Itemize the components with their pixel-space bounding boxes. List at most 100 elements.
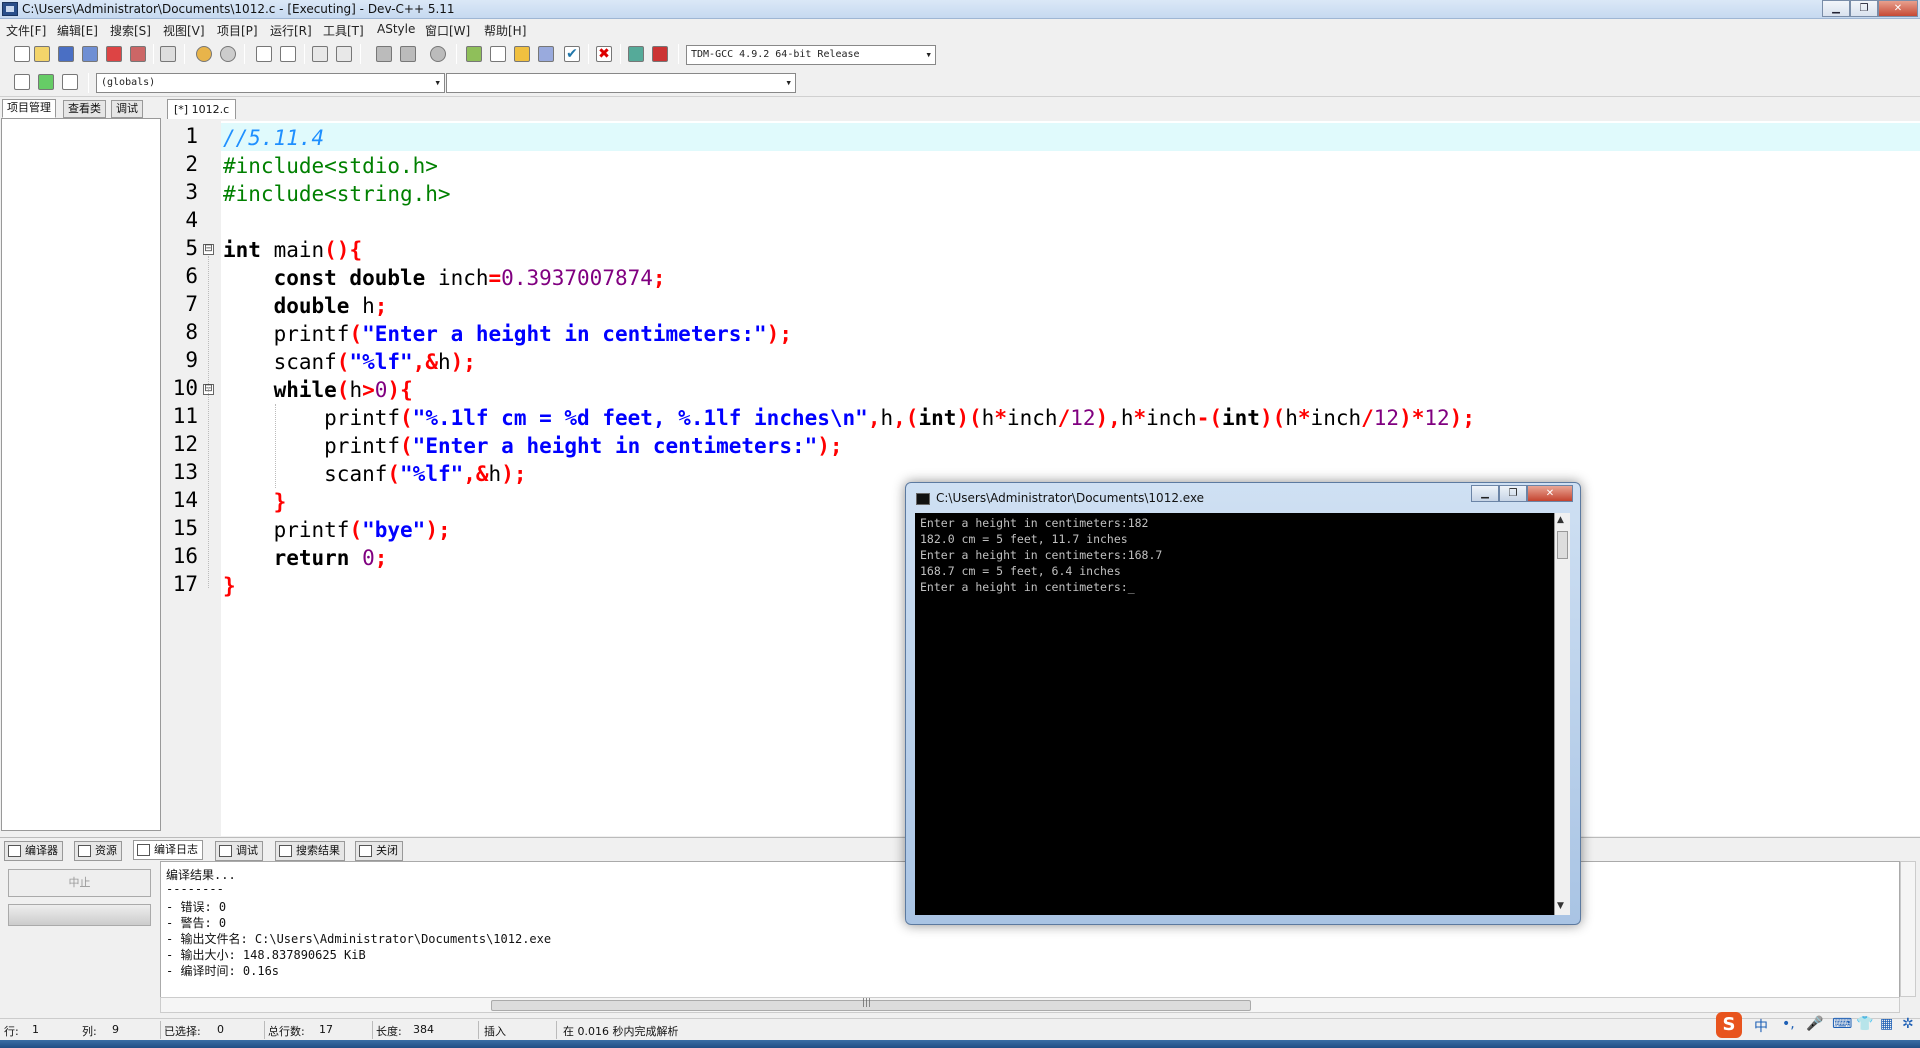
line-number: 6	[185, 264, 198, 288]
console-scrollbar[interactable]: ▲ ▼	[1554, 513, 1570, 915]
code-symbol: ;	[652, 266, 666, 290]
scroll-up-icon[interactable]: ▲	[1557, 515, 1564, 525]
project-tree[interactable]	[1, 118, 161, 831]
tab-resources[interactable]: 资源	[74, 841, 122, 861]
stop-compile-button[interactable]: 中止	[8, 869, 151, 897]
code-identifier: h	[437, 350, 451, 374]
menu-tools[interactable]: 工具[T]	[323, 22, 364, 39]
menu-file[interactable]: 文件[F]	[6, 22, 46, 39]
code-line-1: //5.11.4	[223, 124, 324, 152]
save-all-icon[interactable]	[82, 46, 98, 62]
tab-compile-log[interactable]: 编译日志	[133, 840, 203, 860]
scrollbar-thumb[interactable]	[1557, 531, 1568, 559]
insert-icon[interactable]	[14, 74, 30, 90]
toolbar-separator	[304, 44, 305, 64]
undo-icon[interactable]	[196, 46, 212, 62]
open-file-icon[interactable]	[34, 46, 50, 62]
code-identifier: h	[349, 378, 363, 402]
menu-project[interactable]: 项目[P]	[217, 22, 258, 39]
console-maximize-button[interactable]: ❐	[1499, 485, 1527, 502]
tab-project[interactable]: 项目管理	[2, 99, 56, 118]
bookmark-icon[interactable]	[430, 46, 446, 62]
code-symbol: );	[501, 462, 527, 486]
console-line: 182.0 cm = 5 feet, 11.7 inches	[920, 532, 1128, 546]
menu-view[interactable]: 视图[V]	[163, 22, 205, 39]
menu-help[interactable]: 帮助[H]	[484, 22, 526, 39]
redo-icon[interactable]	[220, 46, 236, 62]
menu-search[interactable]: 搜索[S]	[110, 22, 151, 39]
indent-icon[interactable]	[312, 46, 328, 62]
compiler-icon	[8, 845, 21, 857]
tab-search-results[interactable]: 搜索结果	[275, 841, 345, 861]
tab-close[interactable]: 关闭	[355, 841, 403, 861]
unindent-icon[interactable]	[336, 46, 352, 62]
log-horizontal-scrollbar[interactable]: |||	[160, 997, 1900, 1013]
keyboard-icon[interactable]: ⌨	[1832, 1016, 1852, 1032]
print-icon[interactable]	[160, 46, 176, 62]
toolbox-icon[interactable]: ▦	[1880, 1016, 1893, 1032]
new-file-icon[interactable]	[14, 46, 30, 62]
close-button[interactable]: ✕	[1878, 0, 1918, 17]
console-output[interactable]: Enter a height in centimeters:182 182.0 …	[915, 513, 1570, 915]
code-symbol: );	[450, 350, 476, 374]
toggle-bookmark-icon[interactable]	[38, 74, 54, 90]
code-symbol: );	[817, 434, 843, 458]
goto-forward-icon[interactable]	[400, 46, 416, 62]
line-number: 5	[185, 236, 198, 260]
code-symbol: }	[223, 574, 236, 598]
check-syntax-icon[interactable]: ✔	[564, 46, 580, 62]
console-close-button[interactable]: ✕	[1527, 485, 1573, 502]
menu-window[interactable]: 窗口[W]	[425, 22, 470, 39]
replace-icon[interactable]	[280, 46, 296, 62]
scroll-down-icon[interactable]: ▼	[1557, 901, 1564, 911]
tab-debug[interactable]: 调试	[111, 100, 143, 118]
rebuild-icon[interactable]	[538, 46, 554, 62]
log-vertical-scrollbar[interactable]	[1900, 861, 1916, 997]
skin-icon[interactable]: 👕	[1856, 1016, 1873, 1032]
editor-tab-1012c[interactable]: [*] 1012.c	[167, 99, 237, 119]
code-symbol: );	[766, 322, 792, 346]
scope-select[interactable]: (globals)	[96, 73, 445, 93]
goto-back-icon[interactable]	[376, 46, 392, 62]
tab-classes[interactable]: 查看类	[63, 100, 106, 118]
code-symbol: (	[387, 462, 401, 486]
compile-icon[interactable]	[466, 46, 482, 62]
debug-icon[interactable]	[652, 46, 668, 62]
fold-toggle-icon[interactable]: ⊟	[203, 244, 214, 255]
log-line: - 错误: 0	[166, 900, 227, 914]
maximize-button[interactable]: ❐	[1850, 0, 1878, 17]
menu-edit[interactable]: 编辑[E]	[57, 22, 98, 39]
code-symbol: >	[362, 378, 375, 402]
menu-run[interactable]: 运行[R]	[270, 22, 312, 39]
tab-debug-output[interactable]: 调试	[215, 841, 263, 861]
compiler-select[interactable]: TDM-GCC 4.9.2 64-bit Release	[686, 45, 936, 65]
run-icon[interactable]	[490, 46, 506, 62]
code-line-16: return 0;	[223, 544, 388, 572]
sogou-ime-icon[interactable]: S	[1716, 1012, 1742, 1038]
menu-astyle[interactable]: AStyle	[377, 22, 415, 36]
scrollbar-thumb[interactable]: |||	[491, 998, 1251, 1011]
console-minimize-button[interactable]: ▁	[1471, 485, 1499, 502]
function-select[interactable]	[446, 73, 796, 93]
minimize-button[interactable]: ▁	[1822, 0, 1850, 17]
punctuation-icon[interactable]: •,	[1782, 1016, 1795, 1032]
microphone-icon[interactable]: 🎤	[1806, 1016, 1823, 1032]
console-line: Enter a height in centimeters:182	[920, 516, 1149, 530]
close-icon: ✕	[1893, 3, 1903, 14]
save-icon[interactable]	[58, 46, 74, 62]
tab-compiler[interactable]: 编译器	[4, 841, 63, 861]
code-symbol: ,	[867, 406, 881, 430]
close-all-icon[interactable]	[130, 46, 146, 62]
code-symbol: ,&	[463, 462, 489, 486]
ime-language-indicator[interactable]: 中	[1754, 1016, 1768, 1036]
settings-icon[interactable]: ✲	[1902, 1016, 1914, 1032]
close-file-icon[interactable]	[106, 46, 122, 62]
toolbar-separator	[88, 73, 89, 93]
console-window[interactable]: C:\Users\Administrator\Documents\1012.ex…	[905, 482, 1581, 925]
compile-run-icon[interactable]	[514, 46, 530, 62]
code-symbol: ;	[374, 294, 388, 318]
profile-icon[interactable]	[628, 46, 644, 62]
find-icon[interactable]	[256, 46, 272, 62]
goto-bookmark-icon[interactable]	[62, 74, 78, 90]
stop-execution-icon[interactable]: ✖	[596, 46, 612, 62]
